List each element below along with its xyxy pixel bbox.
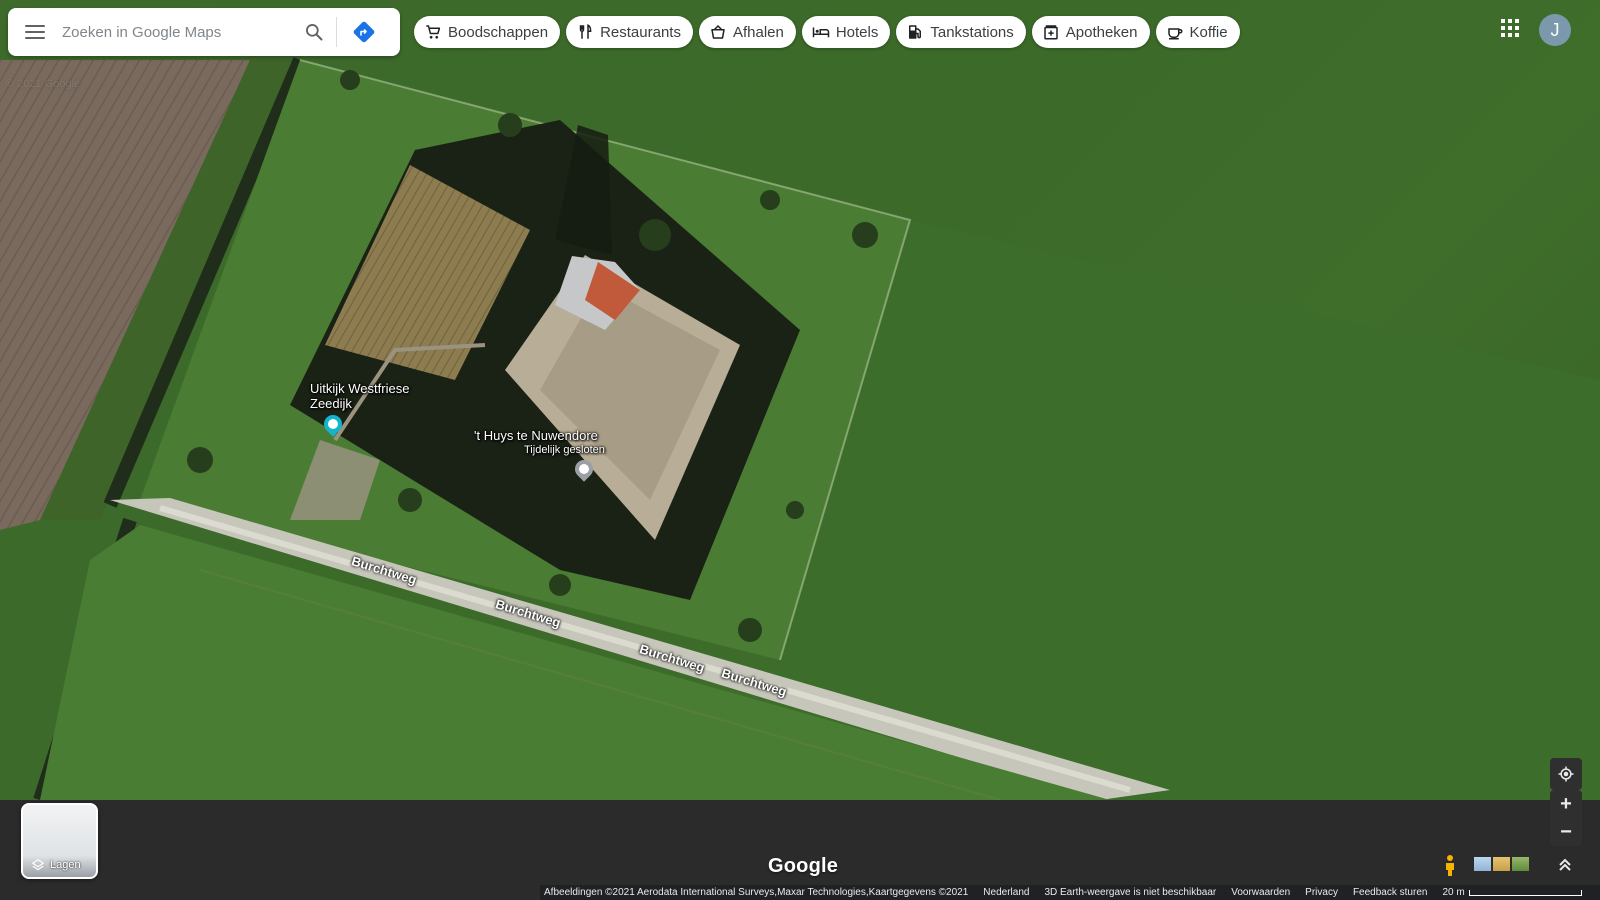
imagery-attribution: Afbeeldingen ©2021 Aerodata Internationa… bbox=[544, 887, 969, 898]
place-label-huys-te-nuwendore[interactable]: 't Huys te Nuwendore bbox=[474, 428, 598, 443]
privacy-link[interactable]: Privacy bbox=[1305, 887, 1338, 898]
fuel-pump-icon bbox=[909, 25, 922, 39]
directions-button[interactable] bbox=[337, 8, 391, 56]
country-link[interactable]: Nederland bbox=[983, 887, 1029, 898]
crosshair-location-icon bbox=[1558, 766, 1574, 782]
scale-bar bbox=[1468, 889, 1582, 896]
attribution-footer: Afbeeldingen ©2021 Aerodata Internationa… bbox=[540, 885, 1600, 900]
magnifier-icon bbox=[306, 24, 323, 41]
expand-thumbnails-button[interactable] bbox=[1555, 855, 1575, 875]
earth-notice: 3D Earth-weergave is niet beschikbaar bbox=[1044, 887, 1217, 898]
zoom-in-button[interactable]: + bbox=[1550, 790, 1582, 818]
layers-icon bbox=[32, 859, 44, 871]
search-box bbox=[8, 8, 400, 56]
my-location-button[interactable] bbox=[1550, 758, 1582, 790]
double-chevron-up-icon bbox=[1559, 858, 1571, 871]
takeout-bag-icon bbox=[711, 24, 725, 39]
plus-icon: + bbox=[1560, 792, 1572, 815]
chip-label: Afhalen bbox=[732, 23, 784, 41]
feedback-link[interactable]: Feedback sturen bbox=[1353, 887, 1428, 898]
fork-knife-icon bbox=[579, 24, 592, 39]
shopping-cart-icon bbox=[426, 25, 441, 39]
satellite-map[interactable]: © 2021 Google Uitkijk Westfriese Zeedijk… bbox=[0, 0, 1600, 800]
category-chips: Boodschappen Restaurants Afhalen Hotels … bbox=[414, 16, 1240, 48]
thumbnail-terrain[interactable] bbox=[1493, 857, 1510, 871]
chip-boodschappen[interactable]: Boodschappen bbox=[414, 16, 561, 48]
search-button[interactable] bbox=[292, 8, 336, 56]
hamburger-menu-icon bbox=[25, 25, 45, 39]
chip-label: Restaurants bbox=[600, 23, 681, 41]
directions-diamond-icon bbox=[353, 21, 375, 43]
chip-koffie[interactable]: Koffie bbox=[1155, 16, 1240, 48]
chip-afhalen[interactable]: Afhalen bbox=[698, 16, 796, 48]
imagery-thumbnails[interactable] bbox=[1474, 857, 1529, 871]
chip-tankstations[interactable]: Tankstations bbox=[896, 16, 1026, 48]
chip-label: Apotheken bbox=[1065, 23, 1138, 41]
chip-label: Boodschappen bbox=[448, 23, 549, 41]
terms-link[interactable]: Voorwaarden bbox=[1231, 887, 1290, 898]
chip-label: Tankstations bbox=[930, 23, 1014, 41]
account-avatar[interactable]: J bbox=[1539, 14, 1571, 46]
satellite-imagery bbox=[0, 57, 1600, 800]
place-status: Tijdelijk gesloten bbox=[524, 444, 605, 456]
scale-label: 20 m bbox=[1442, 887, 1465, 898]
minus-icon: − bbox=[1560, 820, 1572, 843]
bed-icon bbox=[812, 27, 830, 38]
layers-button[interactable]: Lagen bbox=[21, 803, 98, 879]
scale-indicator[interactable]: 20 m bbox=[1442, 887, 1582, 898]
zoom-out-button[interactable]: − bbox=[1550, 818, 1582, 846]
place-label-uitkijk[interactable]: Uitkijk Westfriese Zeedijk bbox=[310, 381, 409, 411]
search-input[interactable] bbox=[62, 12, 292, 52]
thumbnail-globe[interactable] bbox=[1474, 857, 1491, 871]
chip-restaurants[interactable]: Restaurants bbox=[566, 16, 693, 48]
pharmacy-icon bbox=[1044, 25, 1058, 40]
coffee-cup-icon bbox=[1167, 28, 1182, 40]
google-logo: Google bbox=[768, 855, 839, 877]
pegman-icon bbox=[1446, 855, 1454, 876]
thumbnail-satellite[interactable] bbox=[1512, 857, 1529, 871]
menu-button[interactable] bbox=[8, 8, 62, 56]
layers-label: Lagen bbox=[50, 859, 81, 871]
google-apps-grid-icon[interactable] bbox=[1498, 16, 1522, 40]
chip-hotels[interactable]: Hotels bbox=[801, 16, 891, 48]
chip-apotheken[interactable]: Apotheken bbox=[1031, 16, 1150, 48]
chip-label: Hotels bbox=[835, 23, 879, 41]
map-watermark: © 2021 Google bbox=[6, 78, 81, 90]
street-view-pegman-button[interactable] bbox=[1438, 852, 1462, 878]
chip-label: Koffie bbox=[1189, 23, 1228, 41]
